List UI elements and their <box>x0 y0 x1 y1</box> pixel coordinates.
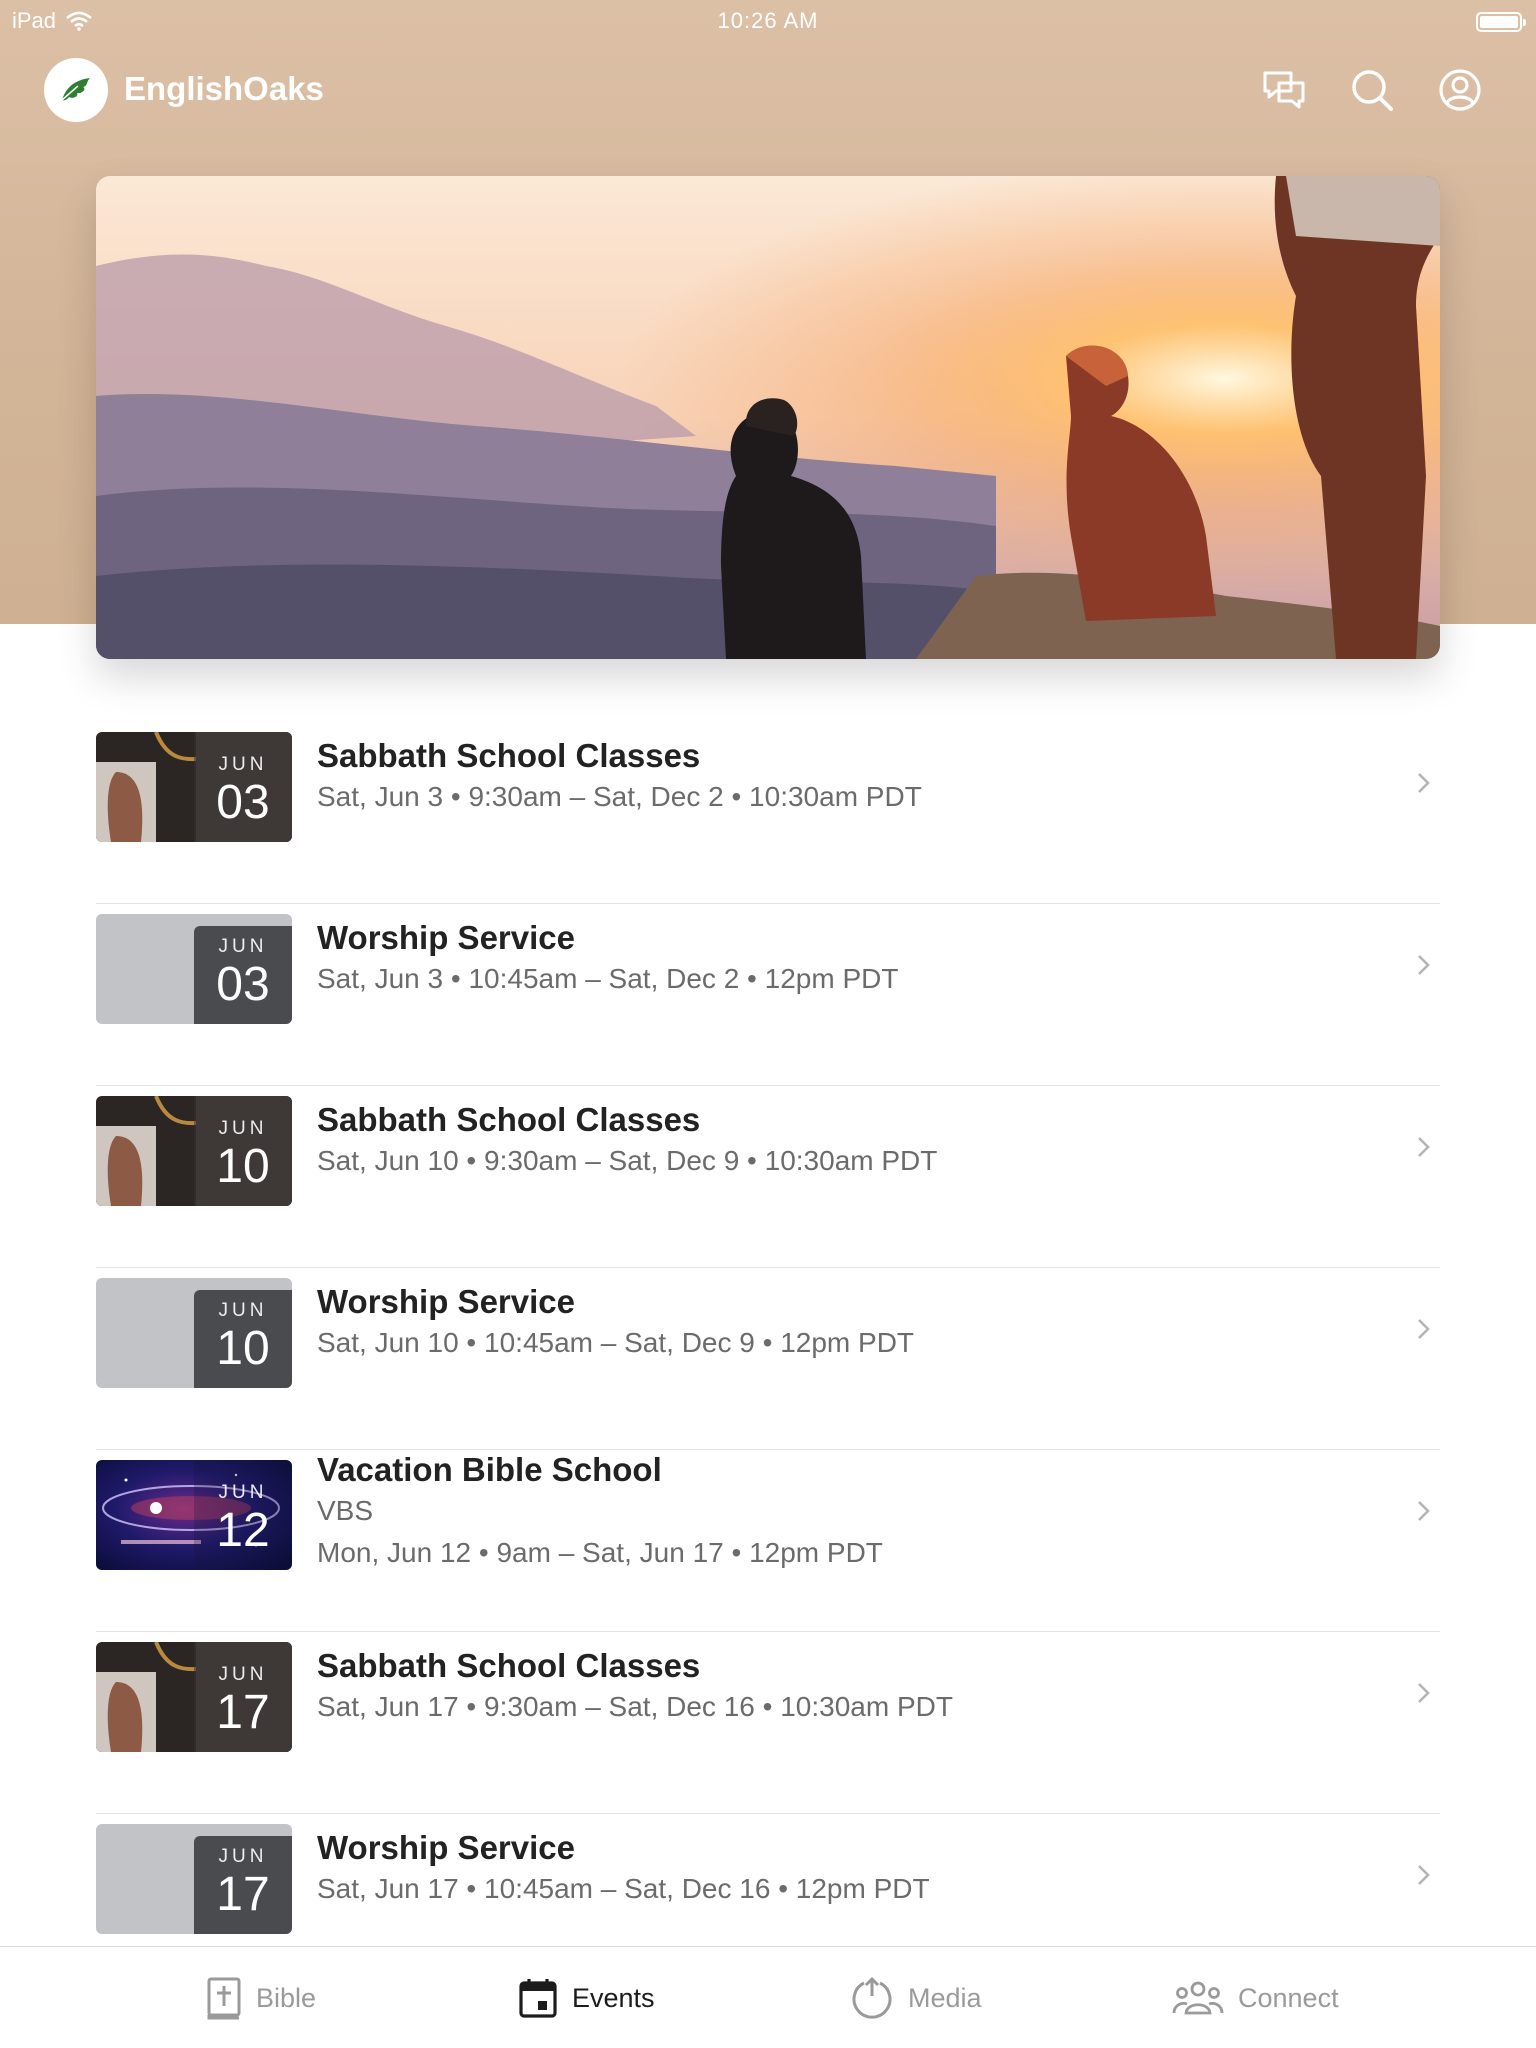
event-date-badge: JUN 17 <box>194 1836 292 1934</box>
event-schedule: Sat, Jun 10 • 9:30am – Sat, Dec 9 • 10:3… <box>317 1145 938 1176</box>
tab-connect[interactable]: Connect <box>1172 1947 1339 2048</box>
event-schedule: Sat, Jun 10 • 10:45am – Sat, Dec 9 • 12p… <box>317 1327 915 1358</box>
tab-label: Bible <box>256 1982 317 2013</box>
event-title: Vacation Bible School <box>317 1451 662 1488</box>
media-icon <box>852 1976 892 2019</box>
event-day: 03 <box>216 776 270 829</box>
event-subtitle: VBS <box>317 1495 374 1526</box>
bottom-tab-bar: Bible Events Media Connect <box>0 1946 1536 2048</box>
app-title: EnglishOaks <box>124 70 324 107</box>
event-month: JUN <box>218 1300 268 1321</box>
event-title: Worship Service <box>317 1829 575 1866</box>
event-schedule: Mon, Jun 12 • 9am – Sat, Jun 17 • 12pm P… <box>317 1537 883 1568</box>
event-row[interactable]: JUN 10 Sabbath School Classes Sat, Jun 1… <box>96 1086 1440 1268</box>
tab-bible[interactable]: Bible <box>206 1947 316 2048</box>
bible-icon <box>207 1977 241 2020</box>
tab-label: Events <box>572 1982 655 2013</box>
event-row[interactable]: JUN 03 Sabbath School Classes Sat, Jun 3… <box>96 722 1440 904</box>
event-day: 10 <box>216 1140 270 1193</box>
event-day: 03 <box>216 958 270 1011</box>
event-thumbnail: JUN 17 <box>96 1642 292 1752</box>
event-month: JUN <box>218 1664 268 1685</box>
event-day: 17 <box>216 1868 270 1921</box>
event-date-badge: JUN 03 <box>194 926 292 1024</box>
event-date-badge: JUN 12 <box>194 1460 292 1570</box>
event-day: 10 <box>216 1322 270 1375</box>
event-row[interactable]: JUN 10 Worship Service Sat, Jun 10 • 10:… <box>96 1268 1440 1450</box>
event-month: JUN <box>218 1482 268 1503</box>
event-row[interactable]: JUN 17 Sabbath School Classes Sat, Jun 1… <box>96 1632 1440 1814</box>
chevron-right-icon <box>1418 1319 1430 1339</box>
event-title: Sabbath School Classes <box>317 1647 701 1684</box>
hero-banner-image[interactable] <box>96 176 1440 659</box>
event-date-badge: JUN 10 <box>194 1096 292 1206</box>
event-date-badge: JUN 10 <box>194 1290 292 1388</box>
event-thumbnail: JUN 03 <box>96 914 292 1024</box>
event-day: 17 <box>216 1686 270 1739</box>
event-title: Sabbath School Classes <box>317 1101 701 1138</box>
app-logo[interactable] <box>44 58 108 122</box>
event-month: JUN <box>218 1846 268 1867</box>
tab-label: Connect <box>1238 1982 1339 2013</box>
event-schedule: Sat, Jun 17 • 9:30am – Sat, Dec 16 • 10:… <box>317 1691 953 1722</box>
battery-icon <box>1476 12 1526 32</box>
calendar-icon <box>519 1979 557 2018</box>
events-screen: iPad 10:26 AM EnglishOaks JUN 03 Sabbath… <box>0 0 1536 2048</box>
oak-leaf-icon <box>61 78 90 101</box>
profile-icon[interactable] <box>1436 66 1484 114</box>
event-row[interactable]: JUN 03 Worship Service Sat, Jun 3 • 10:4… <box>96 904 1440 1086</box>
chat-icon[interactable] <box>1260 66 1308 114</box>
chevron-right-icon <box>1418 1501 1430 1521</box>
search-icon[interactable] <box>1348 66 1396 114</box>
tab-media[interactable]: Media <box>850 1947 982 2048</box>
event-title: Worship Service <box>317 919 575 956</box>
event-thumbnail: JUN 17 <box>96 1824 292 1934</box>
chevron-right-icon <box>1418 1137 1430 1157</box>
chevron-right-icon <box>1418 773 1430 793</box>
event-thumbnail: JUN 12 <box>96 1460 292 1570</box>
event-month: JUN <box>218 936 268 957</box>
chevron-right-icon <box>1418 1683 1430 1703</box>
event-row[interactable]: JUN 12 Vacation Bible School VBS Mon, Ju… <box>96 1450 1440 1632</box>
chevron-right-icon <box>1418 955 1430 975</box>
tab-label: Media <box>908 1982 982 2013</box>
event-schedule: Sat, Jun 3 • 9:30am – Sat, Dec 2 • 10:30… <box>317 781 922 812</box>
event-day: 12 <box>216 1504 270 1557</box>
top-nav: EnglishOaks <box>0 56 1536 126</box>
event-date-badge: JUN 03 <box>194 732 292 842</box>
event-schedule: Sat, Jun 3 • 10:45am – Sat, Dec 2 • 12pm… <box>317 963 899 994</box>
tab-events[interactable]: Events <box>518 1947 655 2048</box>
event-title: Sabbath School Classes <box>317 737 701 774</box>
event-schedule: Sat, Jun 17 • 10:45am – Sat, Dec 16 • 12… <box>317 1873 930 1904</box>
event-title: Worship Service <box>317 1283 575 1320</box>
chevron-right-icon <box>1418 1865 1430 1885</box>
people-icon <box>1172 1981 1224 2015</box>
event-month: JUN <box>218 1118 268 1139</box>
event-thumbnail: JUN 10 <box>96 1278 292 1388</box>
event-thumbnail: JUN 10 <box>96 1096 292 1206</box>
event-month: JUN <box>218 754 268 775</box>
status-time: 10:26 AM <box>717 8 819 33</box>
event-list: JUN 03 Sabbath School Classes Sat, Jun 3… <box>96 722 1440 1996</box>
event-date-badge: JUN 17 <box>194 1642 292 1752</box>
status-bar: iPad 10:26 AM <box>0 0 1536 42</box>
event-thumbnail: JUN 03 <box>96 732 292 842</box>
